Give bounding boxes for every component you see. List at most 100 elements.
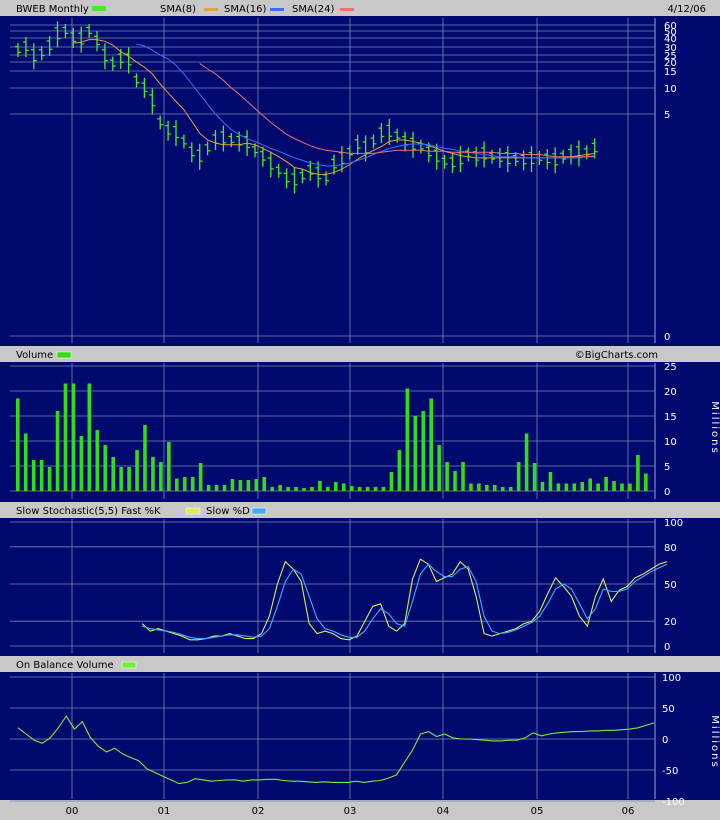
volume-tick-label: 0 xyxy=(664,487,670,498)
volume-bar xyxy=(55,411,60,491)
volume-bar xyxy=(222,485,227,491)
slowd-label: Slow %D xyxy=(206,506,250,517)
price-legend-swatch xyxy=(92,6,106,11)
symbol-label: BWEB Monthly xyxy=(16,4,89,15)
volume-bar xyxy=(119,467,123,491)
volume-bar xyxy=(63,383,68,491)
stoch-tick-label: 80 xyxy=(664,543,677,554)
volume-bar xyxy=(604,477,608,491)
chart-background xyxy=(0,0,720,820)
volume-bar xyxy=(397,450,402,491)
volume-tick-label: 5 xyxy=(664,462,670,473)
x-tick-label: 01 xyxy=(158,806,171,817)
volume-bar xyxy=(95,430,100,491)
volume-bar xyxy=(341,483,346,491)
volume-bar xyxy=(572,483,577,491)
volume-bar xyxy=(135,450,139,491)
volume-bar xyxy=(349,486,354,491)
volume-bar xyxy=(151,457,155,491)
volume-bar xyxy=(190,477,195,491)
volume-bar xyxy=(127,467,131,491)
volume-bar xyxy=(620,483,624,491)
obv-legend-swatch xyxy=(121,661,137,669)
volume-bar xyxy=(628,483,632,491)
volume-bar xyxy=(485,485,489,491)
volume-bar xyxy=(453,471,457,491)
volume-bar xyxy=(87,383,92,491)
volume-bar xyxy=(214,485,219,491)
x-tick-label: 04 xyxy=(437,806,450,817)
volume-bar xyxy=(103,445,108,491)
obv-tick-label: 0 xyxy=(662,735,668,746)
volume-bar xyxy=(71,383,76,491)
volume-bar xyxy=(445,462,449,491)
sma8-legend-swatch xyxy=(204,8,218,11)
volume-label: Volume xyxy=(16,350,53,361)
price-tick-label: 15 xyxy=(664,67,677,78)
volume-bar xyxy=(182,477,187,491)
volume-bar xyxy=(461,462,465,491)
volume-bar xyxy=(230,479,235,491)
x-tick-label: 00 xyxy=(66,806,79,817)
volume-bar xyxy=(437,445,441,491)
volume-bar xyxy=(524,433,529,491)
volume-units-label: Millions xyxy=(709,401,720,454)
volume-bar xyxy=(294,487,298,491)
volume-bar xyxy=(500,487,505,491)
price-header-bar xyxy=(0,0,720,16)
volume-bar xyxy=(175,478,179,491)
stoch-tick-label: 0 xyxy=(664,642,670,653)
price-tick-label: 0 xyxy=(664,332,670,343)
x-axis-strip xyxy=(0,800,720,820)
volume-bar xyxy=(47,467,52,491)
sma24-label: SMA(24) xyxy=(292,4,334,15)
volume-bar xyxy=(357,487,362,491)
sma16-legend-swatch xyxy=(270,8,284,11)
volume-bar xyxy=(516,462,521,491)
sma16-label: SMA(16) xyxy=(224,4,266,15)
volume-bar xyxy=(612,481,616,491)
volume-bar xyxy=(365,487,370,491)
volume-bar xyxy=(532,463,537,491)
obv-tick-label: -50 xyxy=(662,766,678,777)
volume-bar xyxy=(644,473,648,491)
volume-bar xyxy=(31,460,36,491)
price-tick-label: 5 xyxy=(664,110,670,121)
obv-units-label: Millions xyxy=(709,715,720,768)
volume-bar xyxy=(326,487,330,491)
volume-bar xyxy=(564,483,569,491)
volume-bar xyxy=(493,485,497,491)
x-tick-label: 02 xyxy=(252,806,265,817)
volume-bar xyxy=(16,398,20,491)
volume-bar xyxy=(556,483,561,491)
volume-bar xyxy=(39,460,44,491)
x-tick-label: 06 xyxy=(622,806,635,817)
volume-bar xyxy=(238,480,243,491)
chart-date: 4/12/06 xyxy=(667,4,706,15)
stoch-tick-label: 50 xyxy=(664,580,677,591)
volume-bar xyxy=(421,411,426,491)
volume-bar xyxy=(111,457,115,491)
volume-tick-label: 15 xyxy=(664,412,677,423)
chart-canvas: BWEB Monthly SMA(8) SMA(16) SMA(24) 4/12… xyxy=(0,0,720,820)
sma24-legend-swatch xyxy=(340,8,354,11)
volume-bar xyxy=(286,487,290,491)
volume-bar xyxy=(79,436,84,491)
volume-bar xyxy=(405,388,410,491)
volume-bar xyxy=(508,487,513,491)
volume-bar xyxy=(23,433,28,491)
stoch-label: Slow Stochastic(5,5) Fast %K xyxy=(16,506,161,517)
volume-bar xyxy=(246,480,251,491)
volume-bar xyxy=(381,487,386,491)
volume-bar xyxy=(389,472,394,491)
volume-bar xyxy=(206,485,211,491)
volume-bar xyxy=(373,487,378,491)
volume-bar xyxy=(477,483,481,491)
volume-bar xyxy=(636,455,640,491)
volume-bar xyxy=(302,488,306,491)
volume-tick-label: 10 xyxy=(664,437,677,448)
volume-bar xyxy=(254,479,259,491)
volume-tick-label: 20 xyxy=(664,387,677,398)
volume-bar xyxy=(270,487,274,491)
volume-bar xyxy=(413,416,418,491)
